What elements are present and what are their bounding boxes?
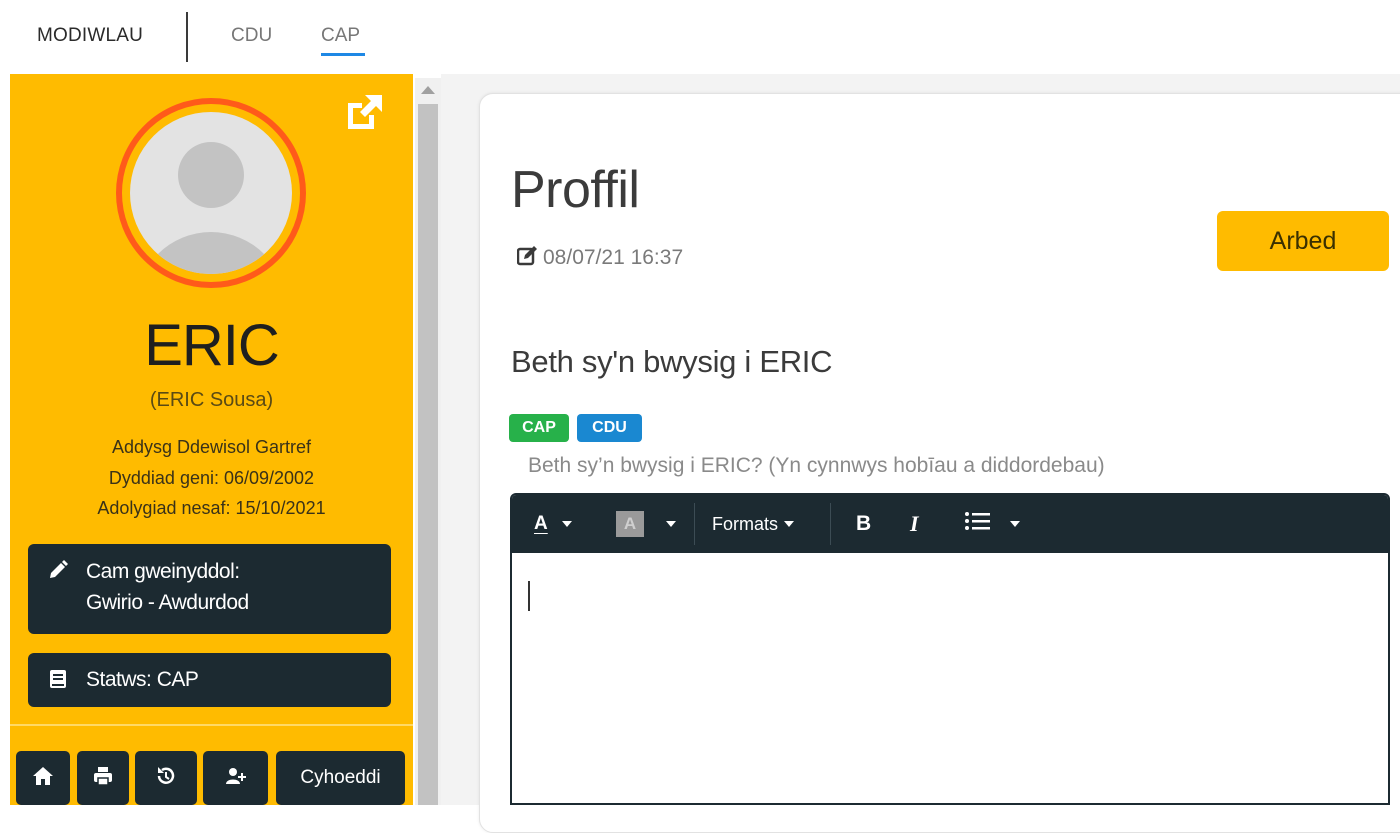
tag-cdu: CDU bbox=[577, 414, 642, 442]
tag-cap: CAP bbox=[509, 414, 569, 442]
sidebar-divider bbox=[10, 724, 413, 726]
font-color-button[interactable]: A bbox=[534, 509, 572, 539]
last-edited-timestamp: 08/07/21 16:37 bbox=[543, 246, 684, 269]
book-icon bbox=[48, 669, 68, 689]
edit-icon bbox=[516, 244, 539, 272]
birth-date: Dyddiad geni: 06/09/2002 bbox=[108, 468, 315, 488]
status-label: Statws: CAP bbox=[86, 668, 199, 691]
tab-cap[interactable]: CAP bbox=[321, 25, 360, 47]
history-icon bbox=[155, 765, 177, 792]
top-navigation: MODIWLAU CDU CAP bbox=[0, 0, 1400, 74]
tab-cdu[interactable]: CDU bbox=[231, 25, 272, 47]
editor-text-area[interactable] bbox=[512, 553, 1388, 803]
bold-button[interactable]: B bbox=[856, 509, 871, 539]
editor-toolbar: A A Formats B I bbox=[512, 495, 1388, 553]
font-color-icon: A bbox=[534, 513, 548, 534]
formats-label: Formats bbox=[712, 513, 779, 534]
scrollbar[interactable] bbox=[415, 78, 441, 805]
home-button[interactable] bbox=[16, 751, 70, 805]
text-cursor bbox=[528, 581, 530, 611]
avatar-placeholder-icon bbox=[130, 112, 292, 274]
student-full-name: (ERIC Sousa) bbox=[149, 389, 274, 411]
last-edited: 08/07/21 16:37 bbox=[516, 244, 684, 272]
chevron-down-icon bbox=[1010, 521, 1020, 527]
print-button[interactable] bbox=[77, 751, 129, 805]
print-icon bbox=[92, 765, 114, 792]
field-hint: Beth sy’n bwysig i ERIC? (Yn cynnwys hob… bbox=[528, 454, 1105, 477]
background-color-button[interactable]: A bbox=[616, 509, 676, 539]
scroll-up-arrow-icon[interactable] bbox=[421, 86, 435, 94]
history-button[interactable] bbox=[135, 751, 197, 805]
admin-stage-box[interactable]: Cam gweinyddol: Gwirio - Awdurdod bbox=[28, 544, 391, 634]
status-box[interactable]: Statws: CAP bbox=[28, 653, 391, 707]
active-tab-indicator bbox=[321, 53, 365, 56]
publish-button[interactable]: Cyhoeddi bbox=[276, 751, 405, 805]
chevron-down-icon bbox=[561, 521, 572, 527]
page-title: Proffil bbox=[511, 161, 640, 219]
chevron-down-icon bbox=[666, 521, 676, 527]
add-user-button[interactable] bbox=[203, 751, 268, 805]
background-color-icon: A bbox=[616, 511, 644, 537]
rich-text-editor: A A Formats B I bbox=[510, 493, 1390, 805]
admin-stage-label: Cam gweinyddol: bbox=[86, 560, 240, 583]
nav-divider bbox=[186, 12, 188, 62]
formats-dropdown[interactable]: Formats bbox=[712, 509, 795, 539]
section-title: Beth sy'n bwysig i ERIC bbox=[511, 344, 833, 379]
external-link-icon[interactable] bbox=[345, 94, 383, 130]
nav-modules-label[interactable]: MODIWLAU bbox=[37, 25, 143, 47]
admin-stage-value: Gwirio - Awdurdod bbox=[86, 591, 249, 614]
avatar bbox=[116, 98, 306, 288]
scroll-thumb[interactable] bbox=[418, 104, 438, 805]
education-type: Addysg Ddewisol Gartref bbox=[111, 437, 312, 457]
student-sidebar: ERIC (ERIC Sousa) Addysg Ddewisol Gartre… bbox=[10, 74, 413, 805]
toolbar-separator bbox=[694, 503, 695, 545]
student-name: ERIC bbox=[144, 313, 280, 378]
next-review-date: Adolygiad nesaf: 15/10/2021 bbox=[97, 498, 326, 518]
chevron-down-icon bbox=[784, 521, 795, 527]
save-button[interactable]: Arbed bbox=[1217, 211, 1389, 271]
user-plus-icon bbox=[225, 765, 247, 792]
list-button[interactable] bbox=[964, 509, 1020, 539]
pencil-icon bbox=[48, 560, 68, 580]
home-icon bbox=[32, 765, 54, 792]
toolbar-separator bbox=[830, 503, 831, 545]
list-icon bbox=[964, 510, 992, 538]
italic-button[interactable]: I bbox=[910, 509, 919, 539]
